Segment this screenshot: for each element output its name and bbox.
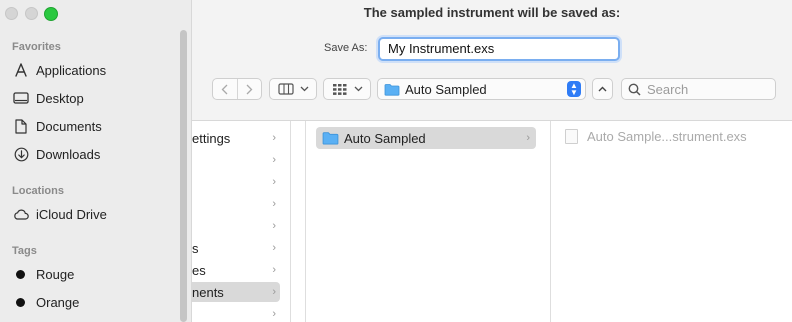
cloud-icon (12, 206, 30, 222)
zoom-window-button[interactable] (44, 7, 58, 21)
sidebar-item-label: Desktop (36, 90, 84, 106)
close-window-button[interactable] (5, 7, 18, 20)
chevron-left-icon (221, 84, 228, 94)
sidebar-tag-orange[interactable]: Orange (12, 291, 79, 313)
sidebar-tag-rouge[interactable]: Rouge (12, 263, 74, 285)
columns-view-icon (277, 83, 294, 95)
minimize-window-button[interactable] (25, 7, 38, 20)
sidebar-scrollbar[interactable] (180, 30, 187, 322)
chevron-right-icon (246, 84, 253, 94)
chevron-down-icon (300, 86, 308, 92)
sidebar-item-applications[interactable]: Applications (12, 59, 106, 81)
sidebar-item-label: Documents (36, 118, 102, 134)
sidebar-item-label: Applications (36, 62, 107, 78)
tags-header: Tags (12, 245, 37, 257)
group-mode-button[interactable] (323, 78, 371, 100)
list-item-label: s (192, 240, 199, 256)
list-item[interactable]: s › (192, 238, 290, 258)
downloads-icon (12, 146, 30, 162)
save-as-field[interactable]: My Instrument.exs (378, 37, 620, 61)
chevron-right-icon: › (272, 308, 276, 320)
save-as-label: Save As: (324, 42, 368, 54)
chevron-right-icon: › (272, 154, 276, 166)
sidebar-item-label: Rouge (36, 266, 75, 282)
list-item[interactable]: es › (192, 260, 290, 280)
sidebar-item-documents[interactable]: Documents (12, 115, 102, 137)
list-item[interactable]: › (192, 150, 290, 170)
sidebar: Favorites Applications Desktop Documents… (0, 0, 192, 322)
tag-dot-icon (16, 269, 25, 279)
list-item-label: nents (192, 284, 224, 300)
view-mode-button[interactable] (269, 78, 317, 100)
sidebar-item-downloads[interactable]: Downloads (12, 143, 100, 165)
column-divider (291, 121, 306, 322)
list-item[interactable]: › (192, 172, 290, 192)
locations-header: Locations (12, 185, 64, 197)
desktop-icon (12, 90, 30, 106)
sidebar-item-label: Orange (36, 294, 80, 310)
chevron-up-icon (598, 86, 607, 92)
chevron-right-icon: › (272, 176, 276, 188)
chevron-right-icon: › (526, 132, 530, 144)
sidebar-item-label: Downloads (36, 146, 101, 162)
tag-dot-icon (16, 297, 25, 307)
list-item-label: ettings (192, 130, 231, 146)
list-item-label: Auto Sample...strument.exs (587, 129, 747, 144)
list-item[interactable]: › (192, 194, 290, 214)
chevron-right-icon: › (272, 198, 276, 210)
popup-stepper-icon: ▲ ▼ (567, 81, 581, 97)
forward-button[interactable] (238, 79, 262, 99)
list-item-selected[interactable]: nents › (192, 282, 280, 302)
folder-icon (384, 83, 400, 96)
folder-icon (322, 132, 339, 145)
list-item[interactable]: › (192, 304, 290, 322)
list-item-selected[interactable]: Auto Sampled › (316, 127, 536, 149)
list-item-label: es (192, 262, 206, 278)
browser-column-2: Auto Sampled › (306, 121, 551, 322)
chevron-right-icon: › (272, 220, 276, 232)
chevron-down-icon (354, 86, 362, 92)
back-button[interactable] (213, 79, 237, 99)
list-item[interactable]: ettings › (192, 128, 290, 148)
search-placeholder: Search (647, 81, 689, 97)
search-icon (628, 83, 641, 96)
chevron-right-icon: › (272, 264, 276, 276)
search-field[interactable]: Search (621, 78, 776, 100)
save-dialog-header: The sampled instrument will be saved as:… (192, 0, 792, 121)
document-icon (12, 118, 30, 134)
chevron-right-icon: › (272, 132, 276, 144)
browser-column-3: Auto Sample...strument.exs (551, 121, 792, 322)
location-label: Auto Sampled (405, 81, 487, 97)
chevron-right-icon: › (272, 286, 276, 298)
grid-icon (332, 83, 346, 95)
chevron-right-icon: › (272, 242, 276, 254)
file-icon (565, 129, 578, 144)
back-forward-buttons (212, 78, 262, 100)
applications-icon (12, 62, 30, 78)
list-item[interactable]: › (192, 216, 290, 236)
browser-column-1: ettings › › › › › s › es › nents › › (192, 121, 291, 322)
dialog-title: The sampled instrument will be saved as: (363, 5, 621, 20)
list-item-label: Auto Sampled (344, 130, 426, 146)
location-popup[interactable]: Auto Sampled ▲ ▼ (377, 78, 586, 100)
sidebar-item-desktop[interactable]: Desktop (12, 87, 84, 109)
sidebar-item-label: iCloud Drive (36, 206, 107, 222)
list-item[interactable]: Auto Sample...strument.exs (565, 129, 747, 144)
favorites-header: Favorites (12, 41, 61, 53)
sidebar-item-icloud-drive[interactable]: iCloud Drive (12, 203, 107, 225)
expand-collapse-button[interactable] (592, 78, 613, 100)
